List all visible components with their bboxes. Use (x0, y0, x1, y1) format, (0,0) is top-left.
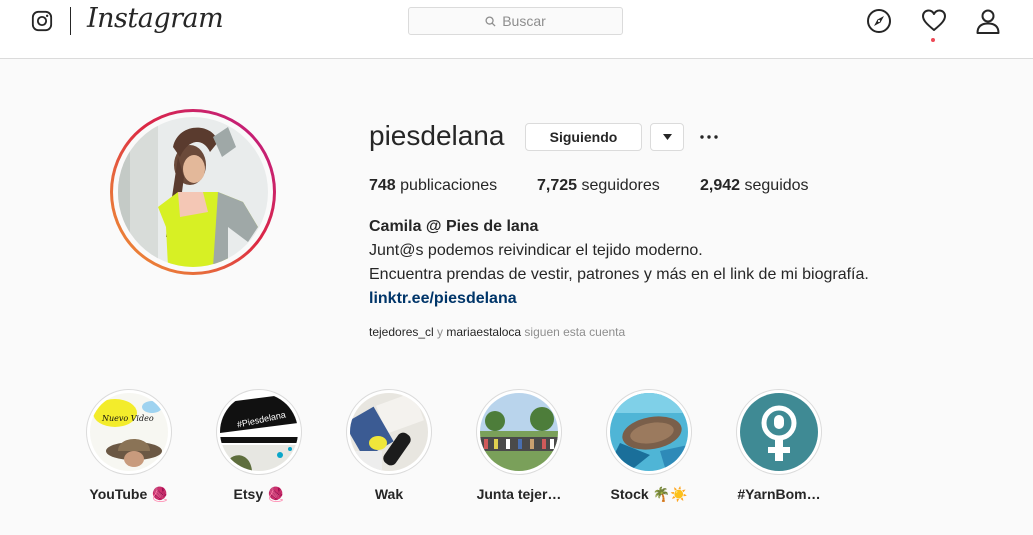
followed-by-text: tejedores_cl y mariaestaloca siguen esta… (369, 325, 625, 339)
instagram-glyph-icon[interactable] (31, 10, 53, 32)
profile-username: piesdelana (369, 120, 505, 151)
posts-count-value: 748 (369, 177, 396, 194)
highlight-cover-ring: #Piesdelana (216, 389, 302, 475)
profile-avatar-story-ring[interactable] (110, 109, 276, 275)
highlight-cover-etsy: #Piesdelana (220, 393, 298, 471)
highlight-label: Junta tejer… (476, 486, 562, 502)
followed-by-suffix: siguen esta cuenta (521, 325, 626, 339)
search-placeholder: Buscar (502, 13, 546, 29)
followed-by-connector: y (433, 325, 447, 339)
following-count-value: 2,942 (700, 177, 741, 194)
highlight-label: YouTube 🧶 (89, 486, 169, 502)
mutual-follower-link-1[interactable]: tejedores_cl (369, 325, 434, 339)
heart-icon[interactable] (921, 8, 947, 34)
highlight-cover-yarnbombing (740, 393, 818, 471)
activity-notification-dot (931, 38, 935, 42)
suggested-accounts-dropdown-button[interactable] (650, 123, 684, 151)
posts-count-label: publicaciones (400, 177, 498, 194)
highlight-label: Wak (374, 486, 404, 502)
mutual-follower-link-2[interactable]: mariaestaloca (446, 325, 521, 339)
bio-line-2: Encuentra prendas de vestir, patrones y … (369, 266, 869, 283)
highlight-cover-ring (736, 389, 822, 475)
profile-avatar-photo (118, 117, 268, 267)
highlight-label: Stock 🌴☀️ (610, 486, 688, 502)
profile-full-name: Camila @ Pies de lana (369, 218, 539, 235)
ellipsis-icon (700, 135, 718, 139)
compass-icon[interactable] (866, 8, 892, 34)
following-count[interactable]: 2,942 seguidos (700, 177, 809, 195)
highlight-label: #YarnBom… (737, 486, 821, 502)
highlight-cover-ring (476, 389, 562, 475)
caret-down-icon (662, 134, 672, 140)
logo-divider (70, 7, 71, 35)
highlight-label: Etsy 🧶 (233, 486, 285, 502)
highlight-cover-stock (610, 393, 688, 471)
following-button[interactable]: Siguiendo (525, 123, 642, 151)
highlight-cover-junta-tejer (480, 393, 558, 471)
bio-website-link[interactable]: linktr.ee/piesdelana (369, 290, 517, 308)
highlight-cover-ring: Nuevo Video (86, 389, 172, 475)
followers-count-label: seguidores (581, 177, 660, 194)
following-count-label: seguidos (744, 177, 809, 194)
user-icon[interactable] (975, 8, 1001, 34)
followers-count[interactable]: 7,725 seguidores (537, 177, 660, 195)
thumb-text-youtube: Nuevo Video (101, 414, 154, 423)
more-options-button[interactable] (698, 126, 720, 148)
highlight-cover-wak (350, 393, 428, 471)
followers-count-value: 7,725 (537, 177, 578, 194)
bio-line-1: Junt@s podemos reivindicar el tejido mod… (369, 242, 703, 259)
instagram-wordmark[interactable]: Instagram (87, 3, 224, 34)
highlight-cover-ring (346, 389, 432, 475)
search-input[interactable]: Buscar (408, 7, 623, 35)
search-icon (485, 15, 496, 27)
profile-avatar-frame (113, 112, 273, 272)
highlight-cover-youtube: Nuevo Video (90, 393, 168, 471)
highlight-cover-ring (606, 389, 692, 475)
posts-count: 748 publicaciones (369, 177, 497, 195)
top-nav-bar: Instagram Buscar (0, 0, 1033, 59)
